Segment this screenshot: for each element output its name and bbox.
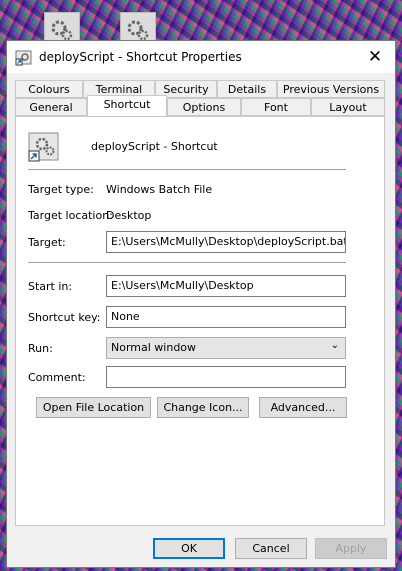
apply-button[interactable]: Apply xyxy=(315,538,387,559)
tab-font[interactable]: Font xyxy=(241,98,311,116)
run-select[interactable]: Normal window ⌄ xyxy=(106,337,346,359)
cancel-button[interactable]: Cancel xyxy=(235,538,307,559)
advanced-button[interactable]: Advanced... xyxy=(259,397,347,418)
start-in-field[interactable]: E:\Users\McMully\Desktop xyxy=(106,275,346,297)
shortcut-name: deployScript - Shortcut xyxy=(91,140,218,153)
target-field[interactable]: E:\Users\McMully\Desktop\deployScript.ba… xyxy=(106,231,346,253)
close-button[interactable]: ✕ xyxy=(355,41,395,73)
title-bar: deployScript - Shortcut Properties ✕ xyxy=(7,41,395,73)
run-label: Run: xyxy=(28,342,53,355)
start-in-label: Start in: xyxy=(28,280,73,293)
target-label: Target: xyxy=(28,236,66,249)
tab-layout[interactable]: Layout xyxy=(311,98,385,116)
tab-colours[interactable]: Colours xyxy=(15,80,83,98)
open-file-location-button[interactable]: Open File Location xyxy=(36,397,151,418)
target-location-label: Target location: xyxy=(28,209,113,222)
shortcut-tab-panel: deployScript - Shortcut Target type: Win… xyxy=(15,116,385,526)
properties-dialog: deployScript - Shortcut Properties ✕ Col… xyxy=(6,40,396,568)
close-icon: ✕ xyxy=(367,47,383,67)
comment-label: Comment: xyxy=(28,371,86,384)
comment-field[interactable] xyxy=(106,366,346,388)
tab-previous-versions[interactable]: Previous Versions xyxy=(277,80,385,98)
divider xyxy=(28,262,346,263)
shortcut-key-field[interactable]: None xyxy=(106,306,346,328)
tab-shortcut[interactable]: Shortcut xyxy=(87,95,167,116)
window-title: deployScript - Shortcut Properties xyxy=(39,50,242,64)
shortcut-key-label: Shortcut key: xyxy=(28,311,101,324)
target-type-label: Target type: xyxy=(28,183,94,196)
target-type-value: Windows Batch File xyxy=(106,183,213,196)
chevron-down-icon: ⌄ xyxy=(330,340,339,351)
tab-details[interactable]: Details xyxy=(217,80,277,98)
shortcut-file-icon xyxy=(15,50,32,66)
gear-icon xyxy=(28,132,59,162)
divider xyxy=(28,169,346,170)
tab-general[interactable]: General xyxy=(15,98,87,116)
run-select-value: Normal window xyxy=(111,341,197,354)
tab-options[interactable]: Options xyxy=(167,98,241,116)
target-location-value: Desktop xyxy=(106,209,152,222)
change-icon-button[interactable]: Change Icon... xyxy=(157,397,249,418)
ok-button[interactable]: OK xyxy=(153,538,225,559)
